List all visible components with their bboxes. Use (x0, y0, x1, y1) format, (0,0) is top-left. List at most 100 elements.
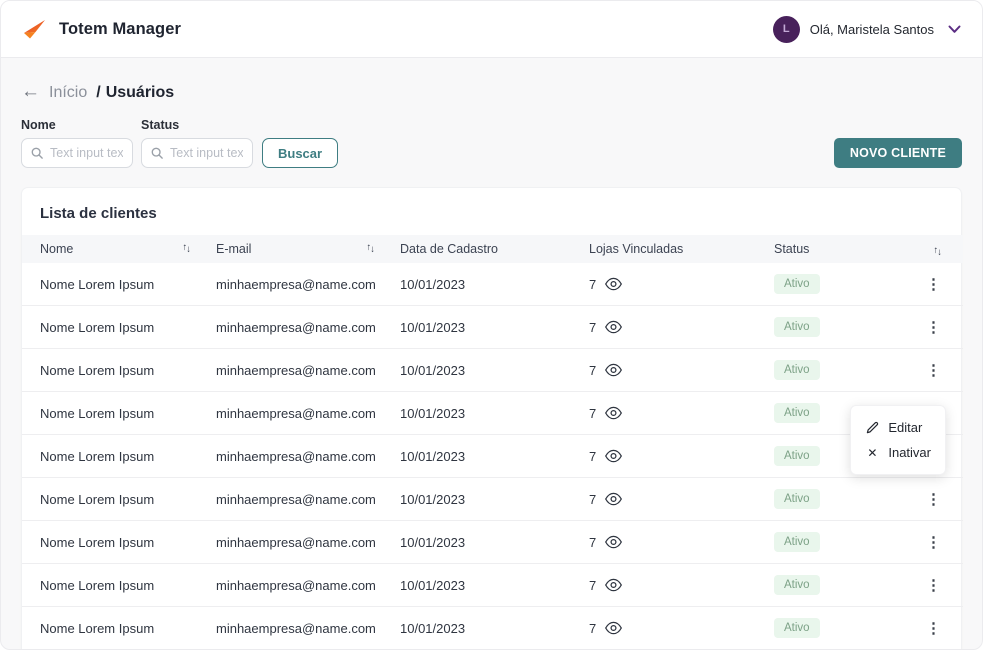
client-stores-cell: 7 (581, 349, 766, 392)
client-name-cell: Nome Lorem Ipsum (22, 478, 208, 521)
column-label: E-mail (216, 242, 251, 256)
user-menu[interactable]: L Olá, Maristela Santos (773, 16, 961, 43)
column-header-data-cadastro: Data de Cadastro (392, 235, 581, 263)
stores-count: 7 (589, 535, 596, 550)
client-actions-cell: ⋮ (906, 564, 963, 607)
table-row: Nome Lorem Ipsum minhaempresa@name.com 1… (22, 349, 963, 392)
kebab-menu-icon[interactable]: ⋮ (926, 319, 941, 336)
name-filter-input-wrap (21, 138, 133, 168)
client-name-cell: Nome Lorem Ipsum (22, 306, 208, 349)
client-name-cell: Nome Lorem Ipsum (22, 435, 208, 478)
sort-icon[interactable]: ↑↓ (183, 242, 191, 253)
stores-count: 7 (589, 621, 596, 636)
stores-count: 7 (589, 277, 596, 292)
breadcrumb: ← Início / Usuários (21, 82, 962, 103)
column-header-lojas: Lojas Vinculadas (581, 235, 766, 263)
table-row: Nome Lorem Ipsum minhaempresa@name.com 1… (22, 435, 963, 478)
client-name-cell: Nome Lorem Ipsum (22, 263, 208, 306)
table-row: Nome Lorem Ipsum minhaempresa@name.com 1… (22, 306, 963, 349)
client-actions-cell: ⋮ (906, 521, 963, 564)
column-header-actions: ↑↓ (906, 235, 963, 263)
client-status-cell: Ativo (766, 607, 906, 650)
breadcrumb-separator: / (96, 84, 100, 102)
client-stores-cell: 7 (581, 478, 766, 521)
menu-item-edit[interactable]: Editar (865, 415, 931, 440)
back-arrow-icon[interactable]: ← (21, 82, 40, 103)
kebab-menu-icon[interactable]: ⋮ (926, 491, 941, 508)
column-header-nome: Nome ↑↓ (22, 235, 208, 263)
client-date-cell: 10/01/2023 (392, 349, 581, 392)
table-body: Nome Lorem Ipsum minhaempresa@name.com 1… (22, 263, 963, 650)
table-row: Nome Lorem Ipsum minhaempresa@name.com 1… (22, 392, 963, 435)
status-badge: Ativo (774, 532, 820, 552)
kebab-menu-icon[interactable]: ⋮ (926, 276, 941, 293)
clients-table: Nome ↑↓ E-mail ↑↓ Data de Cadastro Lojas… (22, 235, 963, 650)
client-email-cell: minhaempresa@name.com (208, 564, 392, 607)
client-email-cell: minhaempresa@name.com (208, 263, 392, 306)
eye-icon[interactable] (605, 363, 622, 377)
client-email-cell: minhaempresa@name.com (208, 306, 392, 349)
breadcrumb-inicio[interactable]: Início (49, 84, 87, 102)
kebab-menu-icon[interactable]: ⋮ (926, 362, 941, 379)
eye-icon[interactable] (605, 492, 622, 506)
eye-icon[interactable] (605, 449, 622, 463)
client-date-cell: 10/01/2023 (392, 263, 581, 306)
name-filter-label: Nome (21, 118, 133, 132)
client-name-cell: Nome Lorem Ipsum (22, 392, 208, 435)
client-status-cell: Ativo (766, 521, 906, 564)
client-name-cell: Nome Lorem Ipsum (22, 349, 208, 392)
client-date-cell: 10/01/2023 (392, 564, 581, 607)
client-stores-cell: 7 (581, 263, 766, 306)
eye-icon[interactable] (605, 320, 622, 334)
client-date-cell: 10/01/2023 (392, 478, 581, 521)
eye-icon[interactable] (605, 621, 622, 635)
kebab-menu-icon[interactable]: ⋮ (926, 577, 941, 594)
client-date-cell: 10/01/2023 (392, 521, 581, 564)
sort-icon[interactable]: ↑↓ (934, 245, 942, 258)
client-email-cell: minhaempresa@name.com (208, 392, 392, 435)
client-email-cell: minhaempresa@name.com (208, 607, 392, 650)
search-button[interactable]: Buscar (262, 138, 338, 168)
client-actions-cell: ⋮ (906, 607, 963, 650)
client-list-card: Lista de clientes Nome ↑↓ E-mail ↑↓ (21, 187, 962, 650)
stores-count: 7 (589, 406, 596, 421)
table-row: Nome Lorem Ipsum minhaempresa@name.com 1… (22, 607, 963, 650)
client-stores-cell: 7 (581, 306, 766, 349)
column-header-status: Status (766, 235, 906, 263)
chevron-down-icon[interactable] (948, 25, 961, 34)
eye-icon[interactable] (605, 578, 622, 592)
client-name-cell: Nome Lorem Ipsum (22, 564, 208, 607)
name-filter-input[interactable] (50, 146, 123, 160)
pencil-icon (865, 421, 879, 434)
client-actions-cell: ⋮ (906, 349, 963, 392)
client-stores-cell: 7 (581, 392, 766, 435)
menu-item-inactivate[interactable]: ✕ Inativar (865, 440, 931, 465)
stores-count: 7 (589, 492, 596, 507)
eye-icon[interactable] (605, 535, 622, 549)
client-status-cell: Ativo (766, 349, 906, 392)
client-email-cell: minhaempresa@name.com (208, 349, 392, 392)
user-greeting: Olá, Maristela Santos (810, 22, 934, 37)
status-badge: Ativo (774, 403, 820, 423)
avatar[interactable]: L (773, 16, 800, 43)
client-date-cell: 10/01/2023 (392, 392, 581, 435)
stores-count: 7 (589, 363, 596, 378)
kebab-menu-icon[interactable]: ⋮ (926, 620, 941, 637)
status-filter-field: Status (141, 118, 253, 168)
client-date-cell: 10/01/2023 (392, 435, 581, 478)
eye-icon[interactable] (605, 406, 622, 420)
close-icon: ✕ (865, 446, 879, 460)
sort-icon[interactable]: ↑↓ (367, 242, 375, 253)
new-client-button[interactable]: NOVO CLIENTE (834, 138, 962, 168)
client-stores-cell: 7 (581, 435, 766, 478)
kebab-menu-icon[interactable]: ⋮ (926, 534, 941, 551)
column-header-email: E-mail ↑↓ (208, 235, 392, 263)
status-filter-input[interactable] (170, 146, 243, 160)
client-actions-cell: ⋮ (906, 306, 963, 349)
breadcrumb-usuarios: Usuários (106, 84, 174, 102)
client-stores-cell: 7 (581, 564, 766, 607)
stores-count: 7 (589, 578, 596, 593)
client-status-cell: Ativo (766, 306, 906, 349)
eye-icon[interactable] (605, 277, 622, 291)
stores-count: 7 (589, 320, 596, 335)
